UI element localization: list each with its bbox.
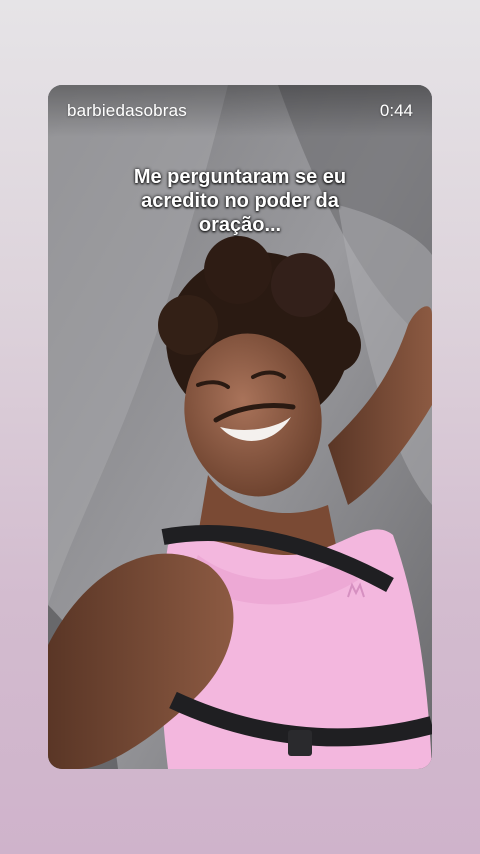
story-video-card[interactable]: barbiedasobras 0:44 Me perguntaram se eu… [48, 85, 432, 769]
video-timer: 0:44 [379, 101, 413, 120]
story-username[interactable]: barbiedasobras [67, 101, 187, 121]
video-caption: Me perguntaram se eu acredito no poder d… [133, 166, 347, 236]
story-header: barbiedasobras 0:44 [48, 85, 432, 137]
